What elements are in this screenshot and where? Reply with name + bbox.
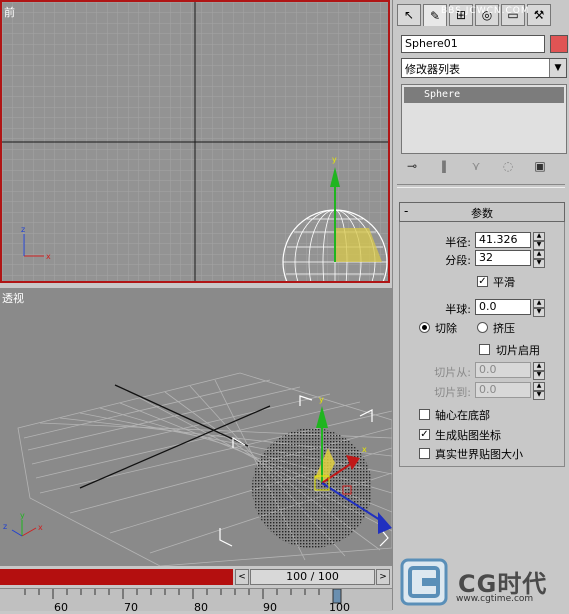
remove-modifier-icon[interactable]: ◌ [499,158,517,174]
svg-text:x: x [46,252,51,261]
tick-label: 80 [194,601,208,614]
track-bar[interactable]: 60 70 80 90 100 [0,588,392,614]
modifier-list-dropdown[interactable]: 修改器列表 ▼ [401,58,567,78]
create-tab[interactable]: ↖ [397,4,421,26]
logo-url-text: www.cgtime.com [456,594,534,604]
modifier-stack[interactable]: Sphere [401,84,567,154]
viewport-label-front[interactable]: 前 [4,4,15,20]
rollout-title: 参数 [471,207,493,220]
svg-text:z: z [3,522,7,531]
configure-modifier-sets-icon[interactable]: ▣ [531,158,549,174]
svg-text:y: y [319,395,324,404]
svg-text:z: z [21,225,25,234]
tick-label: 100 [329,601,350,614]
svg-text:x: x [362,445,367,454]
tick-label: 70 [124,601,138,614]
front-viewport[interactable]: y x z 前 [0,0,390,283]
pin-stack-icon[interactable]: ⊸ [403,158,421,174]
modifier-list-label: 修改器列表 [405,63,460,76]
svg-text:y: y [332,155,337,164]
cg-logo: CG时代 www.cgtime.com [396,556,569,610]
tick-label: 90 [263,601,277,614]
time-bar: < 100 / 100 > [0,566,392,588]
parameters-rollout-header[interactable]: - 参数 [399,202,565,222]
timeline-progress [0,569,233,585]
cursor-icon: ↖ [403,8,415,22]
parameters-rollout-body [399,222,565,467]
command-panel: ↖ ✎ ⊞ ◎ ▭ ⚒ BBS.JCWCN.COM Sphere01 修改器列表… [392,0,569,610]
stack-item-sphere[interactable]: Sphere [404,87,564,103]
time-slider[interactable]: 100 / 100 [250,569,375,585]
sphere-object-perspective [219,395,389,548]
perspective-viewport[interactable]: y x x y z 透视 [0,288,392,566]
logo-emblem-icon [400,558,448,606]
utilities-tab[interactable]: ⚒ [527,4,551,26]
watermark: BBS.JCWCN.COM [441,6,530,16]
tick-label: 60 [54,601,68,614]
make-unique-icon[interactable]: ⋎ [467,158,485,174]
svg-text:x: x [38,523,43,532]
stack-tools: ⊸ ‖ ⋎ ◌ ▣ [403,158,549,174]
chevron-down-icon[interactable]: ▼ [549,59,566,77]
modify-icon: ✎ [429,8,441,23]
divider [397,184,565,188]
utilities-icon: ⚒ [533,8,545,22]
next-frame-button[interactable]: > [376,569,390,585]
axis-tripod-perspective: x y z [3,511,43,537]
object-color-swatch[interactable] [550,35,568,53]
object-name-field[interactable]: Sphere01 [401,35,545,53]
prev-frame-button[interactable]: < [235,569,249,585]
show-end-result-icon[interactable]: ‖ [435,158,453,174]
viewport-label-perspective[interactable]: 透视 [2,290,24,306]
svg-text:y: y [20,511,25,520]
